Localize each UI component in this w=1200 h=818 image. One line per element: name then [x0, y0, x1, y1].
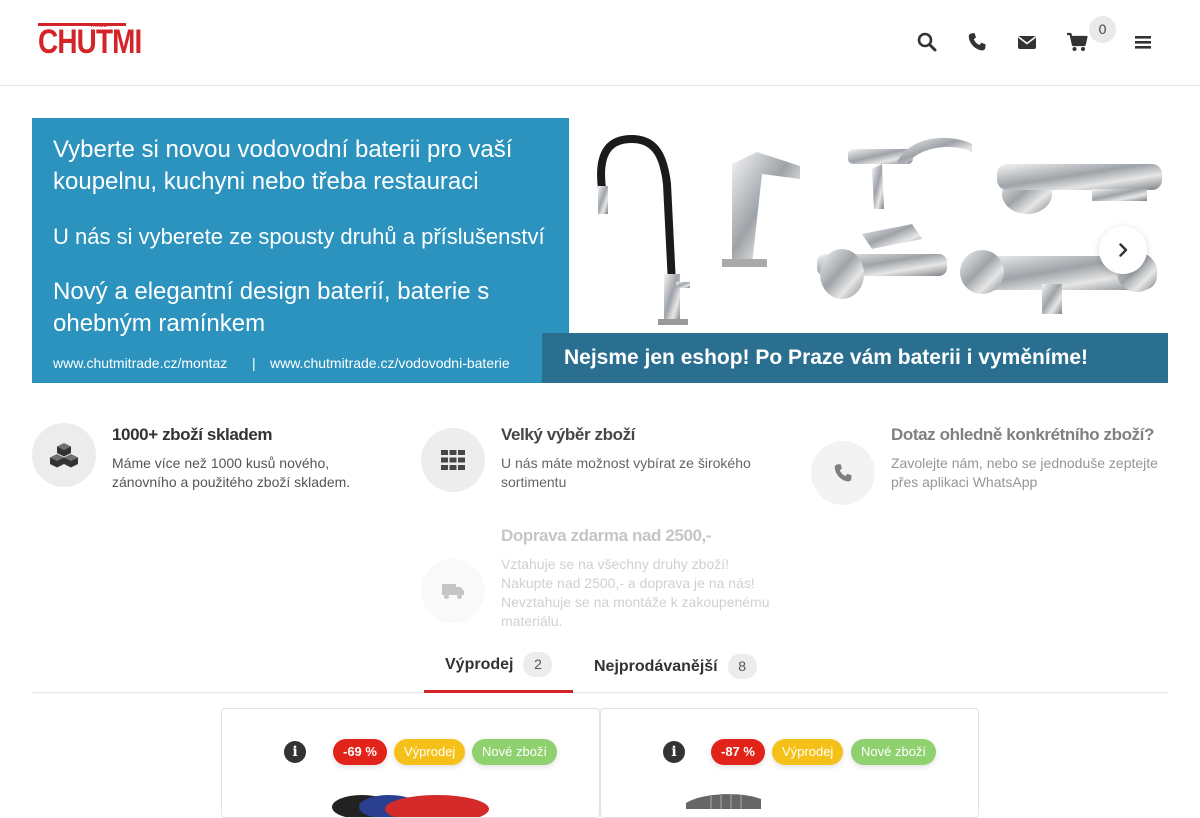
feature-text: Máme více než 1000 kusů nového, zánovníh…: [112, 455, 351, 490]
banner-design-line: Nový a elegantní design baterií, baterie…: [53, 278, 490, 337]
feature-icon-circle: [811, 441, 875, 505]
new-badge: Nové zboží: [851, 739, 937, 765]
tab-vyprodej[interactable]: Výprodej 2: [445, 636, 553, 693]
tab-label: Nejprodávanější: [594, 657, 718, 675]
grid-icon: [441, 450, 465, 470]
discount-badge: -69 %: [333, 739, 387, 765]
phone-icon[interactable]: [965, 30, 989, 54]
chevron-right-icon: [1119, 243, 1128, 257]
feature-title: 1000+ zboží skladem: [112, 425, 273, 444]
banner-headline: Vyberte si novou vodovodní baterii pro v…: [53, 136, 513, 195]
phone-icon: [834, 464, 852, 482]
envelope-icon[interactable]: [1015, 30, 1039, 54]
menu-icon[interactable]: [1131, 30, 1155, 54]
banner-promo-bar: Nejsme jen eshop! Po Praze vám baterii i…: [542, 333, 1168, 383]
feature-stock: 1000+ zboží skladem Máme více než 1000 k…: [32, 423, 392, 503]
feature-text: U nás máte možnost vybírat ze širokého s…: [501, 455, 751, 490]
feature-title: Velký výběr zboží: [501, 425, 635, 444]
feature-title: Dotaz ohledně konkrétního zboží?: [891, 425, 1154, 444]
boxes-icon: [50, 443, 78, 468]
feature-text: Vztahuje se na všechny druhy zboží! Naku…: [501, 556, 770, 629]
tab-count-badge: 8: [727, 654, 757, 679]
info-icon[interactable]: i: [663, 741, 685, 763]
cart-icon[interactable]: [1065, 30, 1089, 54]
sale-badge: Výprodej: [772, 739, 844, 765]
product-tabs: Výprodej 2 Nejprodávanější 8: [32, 636, 1168, 693]
logo-small-text: TRADE: [90, 23, 108, 29]
product-image: [686, 794, 761, 809]
feature-icon-circle: [32, 423, 96, 487]
banner-link-baterie[interactable]: www.chutmitrade.cz/vodovodni-baterie: [270, 355, 510, 371]
tab-active-indicator: [424, 690, 573, 693]
tab-count-badge: 2: [523, 652, 553, 677]
discount-badge: -87 %: [711, 739, 765, 765]
banner-subline: U nás si vyberete ze spousty druhů a pří…: [53, 224, 545, 249]
sale-badge: Výprodej: [394, 739, 466, 765]
banner-link-separator: |: [252, 355, 256, 371]
hero-banner[interactable]: Vyberte si novou vodovodní baterii pro v…: [32, 118, 1168, 383]
feature-question: Dotaz ohledně konkrétního zboží? Zavolej…: [811, 423, 1181, 513]
feature-title: Doprava zdarma nad 2500,-: [501, 526, 712, 545]
site-logo[interactable]: CHUTMI TRADE: [38, 22, 142, 62]
new-badge: Nové zboží: [472, 739, 558, 765]
banner-links-bar: www.chutmitrade.cz/montaz | www.chutmitr…: [32, 343, 569, 383]
cart-count-badge[interactable]: 0: [1089, 16, 1116, 43]
search-icon[interactable]: [915, 30, 939, 54]
product-card[interactable]: i -87 % Výprodej Nové zboží: [600, 708, 979, 818]
feature-selection: Velký výběr zboží U nás máte možnost vyb…: [421, 423, 781, 503]
feature-icon-circle: [421, 428, 485, 492]
banner-promo-text: Nejsme jen eshop! Po Praze vám baterii i…: [564, 346, 1089, 369]
feature-icon-circle: [421, 559, 485, 623]
product-card[interactable]: i -69 % Výprodej Nové zboží: [221, 708, 600, 818]
banner-link-montaz[interactable]: www.chutmitrade.cz/montaz: [53, 355, 227, 371]
truck-icon: [442, 584, 464, 599]
product-image: [332, 795, 489, 817]
feature-text: Zavolejte nám, nebo se jednoduše zeptejt…: [891, 455, 1158, 490]
feature-free-shipping: Doprava zdarma nad 2500,- Vztahuje se na…: [421, 524, 781, 634]
tab-nejprodavanejsi[interactable]: Nejprodávanější 8: [594, 638, 757, 695]
tab-label: Výprodej: [445, 655, 514, 673]
faucets-image: [597, 134, 1162, 325]
banner-next-button[interactable]: [1099, 226, 1147, 274]
info-icon[interactable]: i: [284, 741, 306, 763]
site-header: CHUTMI TRADE 0: [0, 0, 1200, 86]
